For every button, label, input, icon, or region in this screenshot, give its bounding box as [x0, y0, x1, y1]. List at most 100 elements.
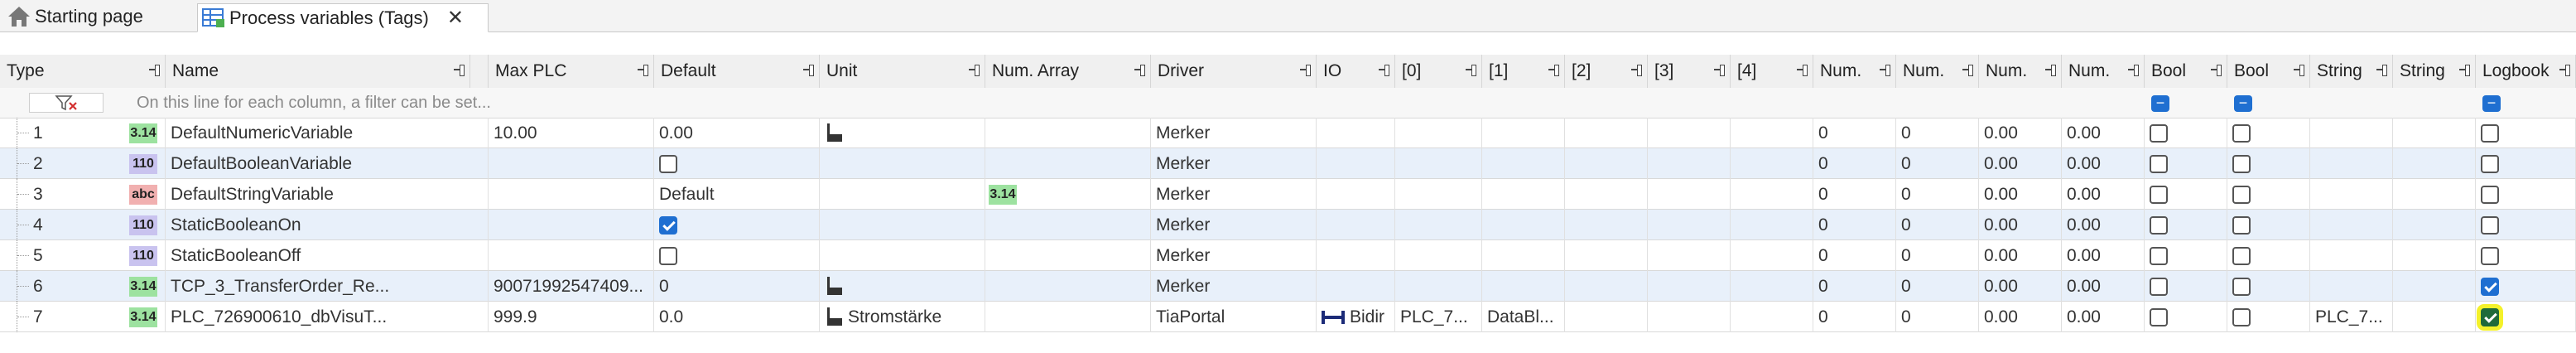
- row-bool1-cell[interactable]: [2145, 179, 2227, 210]
- row-string1-cell[interactable]: PLC_7...: [2310, 302, 2393, 332]
- table-row[interactable]: 1 3.14 DefaultNumericVariable 10.00 0.00 Merk…: [0, 118, 2576, 148]
- row-logbook-cell[interactable]: [2476, 271, 2576, 302]
- row-num2-cell[interactable]: 0: [1896, 118, 1979, 148]
- row-bool1-cell[interactable]: [2145, 148, 2227, 179]
- row-unit-cell[interactable]: [820, 210, 985, 240]
- row-index1-cell[interactable]: [1482, 210, 1565, 240]
- row-num4-cell[interactable]: 0.00: [2062, 210, 2145, 240]
- row-num3-cell[interactable]: 0.00: [1979, 179, 2062, 210]
- row-index2-cell[interactable]: [1565, 271, 1648, 302]
- pin-icon[interactable]: [1630, 64, 1642, 77]
- row-string1-cell[interactable]: [2310, 148, 2393, 179]
- row-index2-cell[interactable]: [1565, 240, 1648, 271]
- row-num2-cell[interactable]: 0: [1896, 240, 1979, 271]
- row-index3-cell[interactable]: [1648, 271, 1731, 302]
- bool2-checkbox[interactable]: [2232, 307, 2251, 326]
- row-numarray-cell[interactable]: [985, 240, 1151, 271]
- row-name-cell[interactable]: StaticBooleanOff: [166, 240, 489, 271]
- row-index0-cell[interactable]: [1395, 118, 1482, 148]
- column-header-driver[interactable]: Driver: [1151, 55, 1317, 88]
- column-header-num4[interactable]: Num.: [2062, 55, 2145, 88]
- pin-icon[interactable]: [1378, 64, 1389, 77]
- row-bool2-cell[interactable]: [2227, 148, 2310, 179]
- row-num2-cell[interactable]: 0: [1896, 302, 1979, 332]
- row-string2-cell[interactable]: [2393, 179, 2476, 210]
- unit-select-icon[interactable]: [825, 276, 843, 297]
- row-unit-cell[interactable]: [820, 240, 985, 271]
- row-driver-cell[interactable]: Merker: [1151, 210, 1317, 240]
- row-index2-cell[interactable]: [1565, 210, 1648, 240]
- row-numarray-cell[interactable]: [985, 118, 1151, 148]
- bool1-checkbox[interactable]: [2150, 185, 2168, 204]
- row-index3-cell[interactable]: [1648, 210, 1731, 240]
- row-io-cell[interactable]: [1317, 210, 1395, 240]
- row-string1-cell[interactable]: [2310, 210, 2393, 240]
- row-maxplc-cell[interactable]: 999.9: [489, 302, 654, 332]
- column-header-io[interactable]: IO: [1317, 55, 1395, 88]
- row-num2-cell[interactable]: 0: [1896, 210, 1979, 240]
- default-checkbox[interactable]: [659, 246, 677, 265]
- filter-logbook-checkbox[interactable]: −: [2482, 95, 2501, 112]
- pin-icon[interactable]: [2458, 64, 2470, 77]
- row-logbook-cell[interactable]: [2476, 179, 2576, 210]
- filter-bool1-checkbox[interactable]: −: [2151, 95, 2169, 112]
- row-index1-cell[interactable]: [1482, 271, 1565, 302]
- column-header-max-plc[interactable]: Max PLC: [489, 55, 654, 88]
- row-num4-cell[interactable]: 0.00: [2062, 179, 2145, 210]
- row-io-cell[interactable]: Bidir: [1317, 302, 1395, 332]
- row-maxplc-cell[interactable]: [489, 179, 654, 210]
- row-index4-cell[interactable]: [1731, 210, 1813, 240]
- row-numarray-cell[interactable]: 3.14: [985, 179, 1151, 210]
- row-default-cell[interactable]: [654, 240, 820, 271]
- row-type-cell[interactable]: 2 110: [0, 148, 166, 179]
- row-default-cell[interactable]: [654, 210, 820, 240]
- row-index4-cell[interactable]: [1731, 302, 1813, 332]
- row-maxplc-cell[interactable]: [489, 210, 654, 240]
- row-index4-cell[interactable]: [1731, 118, 1813, 148]
- row-index4-cell[interactable]: [1731, 179, 1813, 210]
- column-header-bool1[interactable]: Bool: [2145, 55, 2227, 88]
- row-type-cell[interactable]: 4 110: [0, 210, 166, 240]
- default-checkbox[interactable]: [659, 215, 677, 235]
- logbook-checkbox[interactable]: [2481, 215, 2499, 235]
- row-index3-cell[interactable]: [1648, 148, 1731, 179]
- row-string1-cell[interactable]: [2310, 271, 2393, 302]
- row-num3-cell[interactable]: 0.00: [1979, 148, 2062, 179]
- table-row[interactable]: 5 110 StaticBooleanOff Merker 0 0 0.00 0.00: [0, 240, 2576, 271]
- row-index4-cell[interactable]: [1731, 148, 1813, 179]
- row-string2-cell[interactable]: [2393, 210, 2476, 240]
- row-name-cell[interactable]: DefaultBooleanVariable: [166, 148, 489, 179]
- logbook-checkbox[interactable]: [2481, 123, 2499, 143]
- row-num3-cell[interactable]: 0.00: [1979, 118, 2062, 148]
- table-row[interactable]: 4 110 StaticBooleanOn Merker 0 0 0.00 0.00: [0, 210, 2576, 240]
- row-type-cell[interactable]: 7 3.14: [0, 302, 166, 332]
- row-type-cell[interactable]: 1 3.14: [0, 118, 166, 148]
- column-header-num1[interactable]: Num.: [1813, 55, 1896, 88]
- row-default-cell[interactable]: 0.00: [654, 118, 820, 148]
- row-index0-cell[interactable]: [1395, 148, 1482, 179]
- row-index0-cell[interactable]: [1395, 271, 1482, 302]
- row-num1-cell[interactable]: 0: [1813, 210, 1896, 240]
- row-bool1-cell[interactable]: [2145, 302, 2227, 332]
- row-driver-cell[interactable]: Merker: [1151, 271, 1317, 302]
- row-bool1-cell[interactable]: [2145, 240, 2227, 271]
- row-num3-cell[interactable]: 0.00: [1979, 240, 2062, 271]
- row-index1-cell[interactable]: DataBl...: [1482, 302, 1565, 332]
- row-name-cell[interactable]: PLC_726900610_dbVisuT...: [166, 302, 489, 332]
- bool2-checkbox[interactable]: [2232, 154, 2251, 173]
- column-header-idx1[interactable]: [1]: [1482, 55, 1565, 88]
- column-header-string2[interactable]: String: [2393, 55, 2476, 88]
- row-name-cell[interactable]: TCP_3_TransferOrder_Re...: [166, 271, 489, 302]
- row-num3-cell[interactable]: 0.00: [1979, 302, 2062, 332]
- row-string1-cell[interactable]: [2310, 118, 2393, 148]
- row-numarray-cell[interactable]: [985, 210, 1151, 240]
- default-checkbox[interactable]: [659, 154, 677, 173]
- row-driver-cell[interactable]: Merker: [1151, 240, 1317, 271]
- table-row[interactable]: 2 110 DefaultBooleanVariable Merker 0 0 0.00 0.…: [0, 148, 2576, 179]
- row-index1-cell[interactable]: [1482, 148, 1565, 179]
- row-index0-cell[interactable]: PLC_7...: [1395, 302, 1482, 332]
- column-header-type[interactable]: Type: [0, 55, 166, 88]
- row-io-cell[interactable]: [1317, 271, 1395, 302]
- tab-starting-page[interactable]: Starting page: [3, 2, 194, 31]
- pin-icon[interactable]: [2044, 64, 2056, 77]
